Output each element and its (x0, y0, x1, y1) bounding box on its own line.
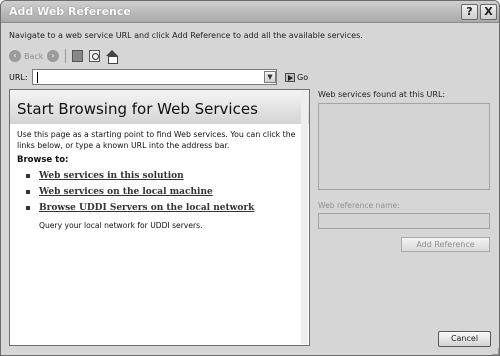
dialog-title: Add Web Reference (9, 5, 131, 18)
cancel-button[interactable]: Cancel (438, 331, 491, 347)
uddi-servers-link[interactable]: Browse UDDI Servers on the local network (39, 203, 254, 213)
stop-icon (72, 50, 83, 62)
web-browser-pane[interactable]: Start Browsing for Web Services Use this… (9, 89, 310, 346)
home-button[interactable] (106, 48, 118, 64)
stop-button[interactable] (72, 48, 83, 64)
browser-scrollbar[interactable] (301, 91, 308, 344)
go-label: Go (297, 73, 309, 82)
local-machine-services-link[interactable]: Web services on the local machine (39, 187, 213, 197)
forward-arrow-icon: › (47, 50, 59, 62)
refresh-button[interactable] (89, 48, 100, 64)
list-item: Web services on the local machine (26, 184, 296, 200)
services-found-list[interactable] (318, 103, 490, 190)
list-item: Browse UDDI Servers on the local network (26, 200, 296, 216)
refresh-icon (89, 50, 100, 62)
close-button[interactable]: X (480, 4, 497, 20)
go-arrow-icon (285, 73, 295, 82)
browser-heading: Start Browsing for Web Services (17, 100, 258, 118)
back-arrow-icon: ‹ (9, 50, 21, 62)
uddi-description: Query your local network for UDDI server… (39, 221, 203, 230)
text-caret (37, 72, 38, 83)
browse-links: Web services in this solution Web servic… (26, 168, 296, 216)
home-icon (106, 50, 118, 64)
reference-name-field[interactable] (318, 213, 490, 229)
add-web-reference-dialog: Add Web Reference ? X Navigate to a web … (0, 0, 500, 356)
browser-intro-text: Use this page as a starting point to fin… (17, 130, 296, 150)
instruction-text: Navigate to a web service URL and click … (9, 31, 363, 40)
list-item: Web services in this solution (26, 168, 296, 184)
url-dropdown-button[interactable]: ▼ (264, 71, 276, 83)
forward-button[interactable]: › (47, 48, 59, 64)
back-button[interactable]: ‹ Back (9, 48, 43, 64)
url-label: URL: (9, 73, 28, 82)
toolbar-separator (65, 49, 66, 63)
browser-toolbar: ‹ Back › (9, 48, 493, 64)
add-reference-button[interactable]: Add Reference (401, 237, 490, 252)
browse-to-heading: Browse to: (17, 155, 69, 165)
title-bar: Add Web Reference ? X (1, 1, 499, 23)
url-input[interactable] (35, 71, 263, 83)
bullet-icon (26, 190, 30, 194)
go-button[interactable]: Go (285, 73, 308, 82)
url-combobox[interactable]: ▼ (32, 69, 277, 85)
bullet-icon (26, 174, 30, 178)
resize-grip[interactable] (492, 348, 499, 355)
reference-name-label: Web reference name: (318, 201, 400, 210)
services-found-label: Web services found at this URL: (318, 90, 446, 99)
solution-services-link[interactable]: Web services in this solution (39, 171, 184, 181)
browser-banner: Start Browsing for Web Services (10, 90, 309, 124)
back-label: Back (24, 51, 44, 61)
bullet-icon (26, 206, 30, 210)
help-button[interactable]: ? (461, 4, 478, 20)
